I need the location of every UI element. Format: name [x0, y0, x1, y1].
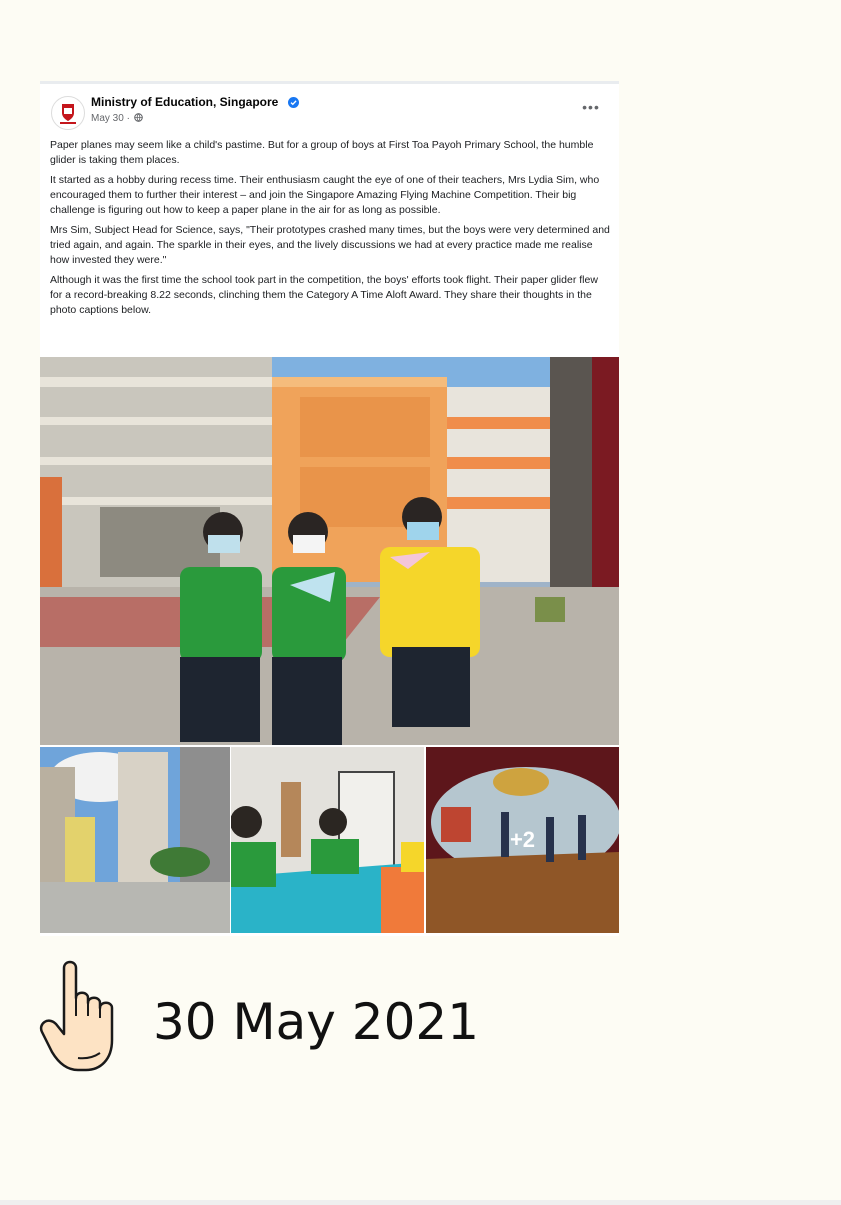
verified-badge-icon: [288, 97, 299, 108]
date-caption: 30 May 2021: [153, 993, 480, 1051]
post-body: Paper planes may seem like a child's pas…: [50, 138, 610, 323]
main-photo[interactable]: [40, 357, 619, 745]
post-header: Ministry of Education, Singapore May 30 …: [40, 84, 619, 132]
more-photos-overlay[interactable]: +2: [426, 747, 619, 933]
divider: [0, 1200, 841, 1205]
post-paragraph-2: It started as a hobby during recess time…: [50, 174, 600, 216]
photo-gallery: +2: [40, 357, 619, 936]
post-paragraph-1: Paper planes may seem like a child's pas…: [50, 139, 594, 166]
post-paragraph-3: Mrs Sim, Subject Head for Science, says,…: [50, 224, 610, 266]
post-meta: May 30 ·: [91, 113, 143, 125]
photo-thumbnail-3[interactable]: +2: [426, 747, 619, 933]
page-name-link[interactable]: Ministry of Education, Singapore: [91, 95, 278, 110]
post-date-link[interactable]: May 30 ·: [91, 113, 130, 124]
pointing-hand-icon: [39, 960, 114, 1072]
page-avatar[interactable]: [51, 96, 85, 130]
more-options-icon[interactable]: •••: [580, 100, 602, 116]
photo-thumbnail-1[interactable]: [40, 747, 230, 933]
photo-thumbnail-2[interactable]: [231, 747, 424, 933]
post-paragraph-4: Although it was the first time the schoo…: [50, 274, 598, 316]
globe-icon: [133, 113, 143, 122]
facebook-post: Ministry of Education, Singapore May 30 …: [40, 81, 619, 936]
